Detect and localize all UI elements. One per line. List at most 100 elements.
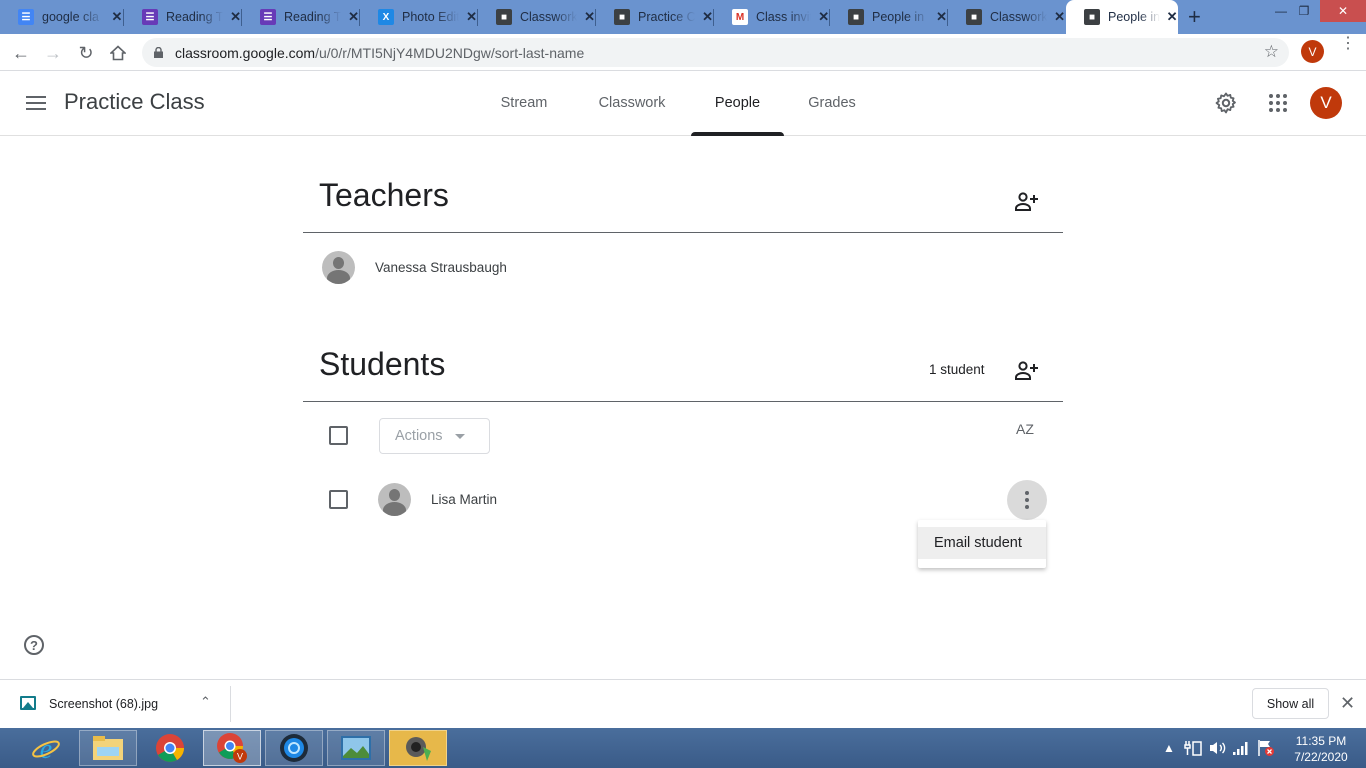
settings-gear-icon[interactable] bbox=[1214, 91, 1238, 115]
internet-explorer-icon[interactable]: e bbox=[17, 730, 75, 766]
browser-tab[interactable]: ■ Classwork ✕ bbox=[478, 0, 596, 34]
actions-label: Actions bbox=[395, 428, 443, 444]
network-signal-icon[interactable] bbox=[1233, 728, 1249, 768]
main-menu-icon[interactable] bbox=[26, 96, 46, 110]
actions-dropdown[interactable]: Actions bbox=[379, 418, 490, 454]
invite-students-icon[interactable] bbox=[1014, 360, 1040, 382]
close-tab-icon[interactable]: ✕ bbox=[110, 9, 124, 25]
browser-tab[interactable]: ☰ Reading T ✕ bbox=[242, 0, 360, 34]
apps-grid-icon[interactable] bbox=[1266, 91, 1290, 115]
classroom-icon: ■ bbox=[966, 9, 982, 25]
bookmark-star-icon[interactable]: ☆ bbox=[1264, 42, 1279, 62]
students-divider bbox=[303, 401, 1063, 402]
download-shelf: Screenshot (68).jpg ⌃ Show all ✕ bbox=[0, 679, 1366, 728]
system-clock[interactable]: 11:35 PM 7/22/2020 bbox=[1286, 733, 1356, 765]
classroom-icon: ■ bbox=[496, 9, 512, 25]
select-all-checkbox[interactable] bbox=[329, 426, 348, 445]
student-checkbox[interactable] bbox=[329, 490, 348, 509]
url-path: /u/0/r/MTI5NjY4MDU2NDgw/sort-last-name bbox=[315, 44, 585, 61]
browser-tab[interactable]: ■ People in ✕ bbox=[1066, 0, 1178, 34]
browser-tab[interactable]: ☰ Reading T ✕ bbox=[124, 0, 242, 34]
teacher-avatar bbox=[322, 251, 355, 284]
student-row: Lisa Martin bbox=[378, 483, 497, 516]
forward-button[interactable]: → bbox=[40, 40, 66, 66]
photos-app-icon[interactable] bbox=[327, 730, 385, 766]
chrome-icon[interactable] bbox=[141, 730, 199, 766]
browser-tab[interactable]: ■ People in ✕ bbox=[830, 0, 948, 34]
clock-date: 7/22/2020 bbox=[1294, 750, 1348, 764]
student-avatar bbox=[378, 483, 411, 516]
tab-title: Class invit bbox=[756, 10, 812, 24]
student-count: 1 student bbox=[929, 362, 985, 377]
tab-title: Practice C bbox=[638, 10, 696, 24]
browser-tab[interactable]: ■ Classwork ✕ bbox=[948, 0, 1066, 34]
student-name: Lisa Martin bbox=[431, 492, 498, 507]
browser-tab-strip: ☰ google cla ✕ ☰ Reading T ✕ ☰ Reading T ✕ X Photo… bbox=[0, 0, 1366, 34]
invite-teacher-icon[interactable] bbox=[1014, 191, 1040, 213]
tab-title: Photo Edit bbox=[402, 10, 460, 24]
tab-classwork[interactable]: Classwork bbox=[582, 71, 682, 135]
browser-tab[interactable]: M Class invit ✕ bbox=[714, 0, 830, 34]
media-app-icon[interactable] bbox=[265, 730, 323, 766]
classroom-header: Practice Class Stream Classwork People G… bbox=[0, 71, 1366, 136]
tab-stream[interactable]: Stream bbox=[484, 71, 564, 135]
chrome-profile-taskbar-button[interactable]: V bbox=[203, 730, 261, 766]
student-options-menu: Email student bbox=[918, 520, 1046, 568]
gmail-icon: M bbox=[732, 9, 748, 25]
tab-people[interactable]: People bbox=[691, 71, 784, 136]
classroom-icon: ■ bbox=[1084, 9, 1100, 25]
tab-title: People in bbox=[872, 10, 925, 24]
close-tab-icon[interactable]: ✕ bbox=[1166, 9, 1178, 25]
browser-tab[interactable]: ☰ google cla ✕ bbox=[0, 0, 124, 34]
address-bar[interactable]: classroom.google.com/u/0/r/MTI5NjY4MDU2N… bbox=[142, 38, 1289, 67]
browser-profile-avatar[interactable]: V bbox=[1301, 40, 1324, 63]
browser-tab[interactable]: X Photo Edit ✕ bbox=[360, 0, 478, 34]
docs-icon: ☰ bbox=[18, 9, 34, 25]
download-options-chevron-icon[interactable]: ⌃ bbox=[200, 694, 211, 710]
back-button[interactable]: ← bbox=[8, 40, 34, 66]
new-tab-button[interactable]: + bbox=[1188, 4, 1201, 30]
tab-title: Classwork bbox=[990, 10, 1048, 24]
browser-tab[interactable]: ■ Practice C ✕ bbox=[596, 0, 714, 34]
battery-icon[interactable] bbox=[1184, 728, 1202, 768]
volume-icon[interactable] bbox=[1209, 728, 1227, 768]
url-host: classroom.google.com bbox=[175, 44, 316, 61]
download-file-name[interactable]: Screenshot (68).jpg bbox=[49, 697, 158, 711]
window-close-button[interactable]: ✕ bbox=[1320, 0, 1366, 22]
home-icon bbox=[110, 45, 126, 61]
tab-title: People in bbox=[1108, 10, 1161, 24]
browser-menu-icon[interactable]: ⋮ bbox=[1340, 36, 1356, 52]
svg-text:V: V bbox=[237, 752, 243, 762]
classroom-icon: ■ bbox=[848, 9, 864, 25]
file-explorer-icon[interactable] bbox=[79, 730, 137, 766]
windows-taskbar: e V ▲ 11:35 PM 7/22/2020 bbox=[0, 728, 1366, 768]
dropdown-caret-icon bbox=[454, 433, 465, 439]
teacher-row: Vanessa Strausbaugh bbox=[322, 251, 507, 284]
teachers-heading: Teachers bbox=[319, 177, 449, 213]
restore-button[interactable]: ❐ bbox=[1290, 0, 1318, 22]
home-button[interactable] bbox=[105, 40, 131, 66]
sort-az-icon[interactable]: AZ bbox=[1016, 421, 1034, 437]
teachers-divider bbox=[303, 232, 1063, 233]
tab-title: Reading T bbox=[284, 10, 342, 24]
browser-toolbar: ← → ↻ classroom.google.com/u/0/r/MTI5NjY… bbox=[0, 34, 1366, 71]
download-separator bbox=[230, 686, 231, 722]
menu-item-email-student[interactable]: Email student bbox=[918, 527, 1046, 559]
tab-grades[interactable]: Grades bbox=[794, 71, 870, 135]
lock-icon bbox=[154, 47, 163, 58]
help-icon[interactable]: ? bbox=[24, 635, 44, 655]
webcam-app-icon[interactable] bbox=[389, 730, 447, 766]
forms-icon: ☰ bbox=[260, 9, 276, 25]
class-title[interactable]: Practice Class bbox=[64, 89, 205, 115]
student-more-options-button[interactable] bbox=[1007, 480, 1047, 520]
action-center-flag-icon[interactable] bbox=[1257, 728, 1275, 768]
show-all-downloads-button[interactable]: Show all bbox=[1252, 688, 1329, 719]
show-hidden-icons-button[interactable]: ▲ bbox=[1163, 728, 1175, 768]
account-avatar[interactable]: V bbox=[1310, 87, 1342, 119]
image-file-icon bbox=[20, 696, 36, 710]
reload-button[interactable]: ↻ bbox=[73, 40, 99, 66]
close-tab-icon[interactable]: ✕ bbox=[1053, 9, 1066, 25]
forms-icon: ☰ bbox=[142, 9, 158, 25]
tab-title: Reading T bbox=[166, 10, 224, 24]
close-download-shelf-icon[interactable]: ✕ bbox=[1340, 693, 1355, 714]
